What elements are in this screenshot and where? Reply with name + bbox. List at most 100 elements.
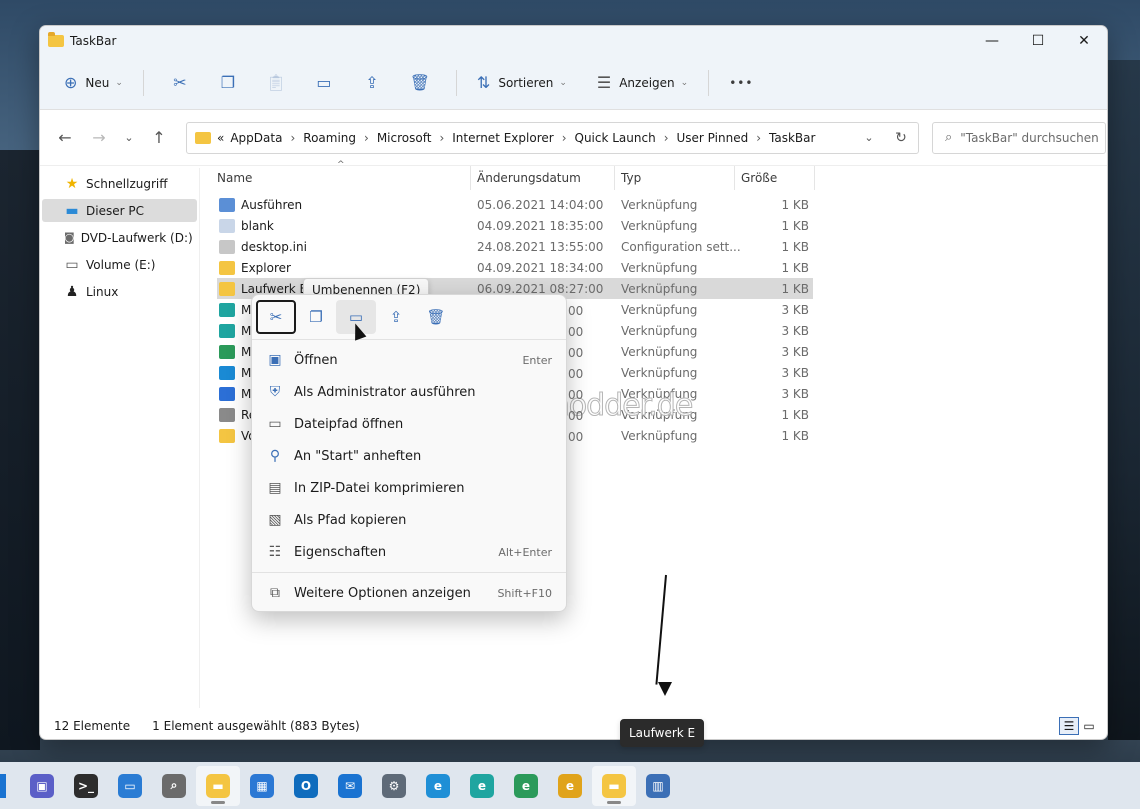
running-indicator (607, 800, 621, 804)
start-button-partial[interactable] (0, 773, 6, 798)
file-type-cell: Verknüpfung (621, 428, 698, 443)
pc-icon: ▬ (65, 202, 79, 219)
more-options-icon: ⧉ (270, 585, 280, 601)
breadcrumb-quick-launch[interactable]: Quick Launch (575, 131, 656, 145)
penguin-icon: ♟ (65, 283, 79, 300)
sidebar-item-volume-e[interactable]: ▭ Volume (E:) (42, 253, 197, 276)
sidebar-item-dvd[interactable]: ◙ DVD-Laufwerk (D:) C (42, 226, 197, 249)
file-type-cell: Verknüpfung (621, 281, 698, 296)
sidebar-item-schnellzugriff[interactable]: ★ Schnellzugriff (42, 172, 197, 195)
search-placeholder: "TaskBar" durchsuchen (960, 130, 1099, 145)
context-copy-button[interactable]: ❐ (296, 300, 336, 334)
address-dropdown-icon[interactable]: ⌄ (854, 131, 884, 144)
mail-icon[interactable]: ✉ (328, 766, 372, 806)
breadcrumb-microsoft[interactable]: Microsoft (377, 131, 432, 145)
context-share-button[interactable]: ⇪ (376, 300, 416, 334)
sidebar-item-linux[interactable]: ♟ Linux (42, 280, 197, 303)
outlook-icon-glyph: O (294, 773, 318, 798)
breadcrumb-internet-explorer[interactable]: Internet Explorer (452, 131, 553, 145)
table-row[interactable]: blank 04.09.2021 18:35:00 Verknüpfung 1 KB (217, 215, 813, 236)
date-fragment: 00 (568, 346, 584, 360)
file-type-cell: Verknüpfung (621, 323, 698, 338)
recent-button[interactable]: ⌄ (116, 123, 142, 153)
edge-canary-icon[interactable]: e (548, 766, 592, 806)
share-button[interactable]: ⇪ (348, 66, 396, 100)
sort-button[interactable]: ⇅ Sortieren ⌄ (469, 66, 575, 100)
store-icon[interactable]: ▦ (240, 766, 284, 806)
column-date[interactable]: Änderungsdatum (471, 166, 615, 190)
menu-divider (252, 572, 566, 573)
rename-button[interactable]: ▭ (300, 66, 348, 100)
star-icon: ★ (65, 175, 79, 192)
file-icon (219, 428, 235, 443)
new-button[interactable]: ⊕ Neu ⌄ (56, 66, 131, 100)
file-size-cell: 1 KB (781, 239, 809, 254)
column-type[interactable]: Typ (615, 166, 735, 190)
view-button[interactable]: ☰ Anzeigen ⌄ (589, 66, 696, 100)
breadcrumb-user-pinned[interactable]: User Pinned (677, 131, 749, 145)
resource-monitor-icon[interactable]: ▥ (636, 766, 680, 806)
chat-icon[interactable]: ▣ (20, 766, 64, 806)
edge-dev-icon[interactable]: e (504, 766, 548, 806)
delete-button[interactable]: 🗑︎ (396, 66, 444, 100)
date-fragment: 00 (568, 325, 584, 339)
maximize-button[interactable]: ☐ (1015, 26, 1061, 56)
breadcrumb-overflow[interactable]: « (217, 131, 224, 145)
edge-dev-icon-glyph: e (514, 773, 538, 798)
window-title: TaskBar (70, 34, 117, 48)
file-icon (219, 407, 235, 422)
minimize-button[interactable]: — (969, 26, 1015, 56)
file-size-cell: 1 KB (781, 281, 809, 296)
sort-ascending-icon: ^ (337, 160, 345, 170)
laufwerk-e-icon[interactable]: ▬ (592, 765, 636, 806)
chevron-right-icon: › (364, 130, 369, 145)
menu-item-run-as-admin[interactable]: ⛨ Als Administrator ausführen (252, 376, 566, 408)
refresh-icon[interactable]: ↻ (884, 130, 918, 146)
close-button[interactable]: ✕ (1061, 26, 1107, 56)
cut-button[interactable]: ✂ (156, 66, 204, 100)
address-bar[interactable]: « AppData › Roaming › Microsoft › Internet … (186, 121, 919, 154)
file-icon (219, 281, 235, 296)
menu-item-compress-zip[interactable]: ▤ In ZIP-Datei komprimieren (252, 472, 566, 504)
table-row[interactable]: desktop.ini 24.08.2021 13:55:00 Configurat… (217, 236, 813, 257)
paste-button[interactable]: 📋︎ (252, 66, 300, 100)
drive-icon: ▭ (65, 256, 79, 273)
copy-button[interactable]: ❐ (204, 66, 252, 100)
column-size[interactable]: Größe (735, 166, 815, 190)
menu-item-open-file-location[interactable]: ▭ Dateipfad öffnen (252, 408, 566, 440)
menu-item-open[interactable]: ▣ Öffnen Enter (252, 344, 566, 376)
table-row[interactable]: Ausführen 05.06.2021 14:04:00 Verknüpfung 1… (217, 194, 813, 215)
breadcrumb-roaming[interactable]: Roaming (303, 131, 356, 145)
menu-item-properties[interactable]: ☷ Eigenschaften Alt+Enter (252, 536, 566, 568)
up-button[interactable]: ↑ (142, 123, 176, 153)
mail-icon-glyph: ✉ (338, 773, 362, 798)
context-cut-button[interactable]: ✂ (256, 300, 296, 334)
breadcrumb-appdata[interactable]: AppData (230, 131, 282, 145)
search-box[interactable]: ⌕ "TaskBar" durchsuchen (932, 121, 1106, 154)
menu-item-show-more-options[interactable]: ⧉ Weitere Optionen anzeigen Shift+F10 (252, 577, 566, 609)
file-explorer-icon[interactable]: ▬ (196, 765, 240, 806)
tiles-view-icon[interactable]: ▭ (1079, 717, 1099, 735)
menu-item-copy-as-path[interactable]: ▧ Als Pfad kopieren (252, 504, 566, 536)
sidebar-item-dieser-pc[interactable]: ▬ Dieser PC (42, 199, 197, 222)
outlook-icon[interactable]: O (284, 766, 328, 806)
date-fragment: 00 (568, 430, 584, 444)
context-quick-actions: ✂ ❐ ▭ ⇪ 🗑︎ (252, 295, 566, 339)
back-button[interactable]: ← (48, 123, 82, 153)
breadcrumb-taskbar[interactable]: TaskBar (769, 131, 815, 145)
context-delete-button[interactable]: 🗑︎ (416, 300, 456, 334)
edge-beta-icon[interactable]: e (460, 766, 504, 806)
screenshot-icon[interactable]: ▭ (108, 766, 152, 806)
details-view-icon[interactable]: ☰ (1059, 717, 1079, 735)
forward-button[interactable]: → (82, 123, 116, 153)
file-size-cell: 3 KB (781, 344, 809, 359)
edge-icon[interactable]: e (416, 766, 460, 806)
menu-item-pin-to-start[interactable]: ⚲ An "Start" anheften (252, 440, 566, 472)
more-button[interactable]: ••• (721, 66, 761, 100)
table-row[interactable]: Explorer 04.09.2021 18:34:00 Verknüpfung 1 … (217, 257, 813, 278)
title-bar[interactable]: TaskBar — ☐ ✕ (40, 26, 1107, 56)
settings-icon[interactable]: ⚙ (372, 766, 416, 806)
search-icon[interactable]: ⌕ (152, 766, 196, 806)
file-size-cell: 3 KB (781, 365, 809, 380)
terminal-icon[interactable]: >_ (64, 766, 108, 806)
